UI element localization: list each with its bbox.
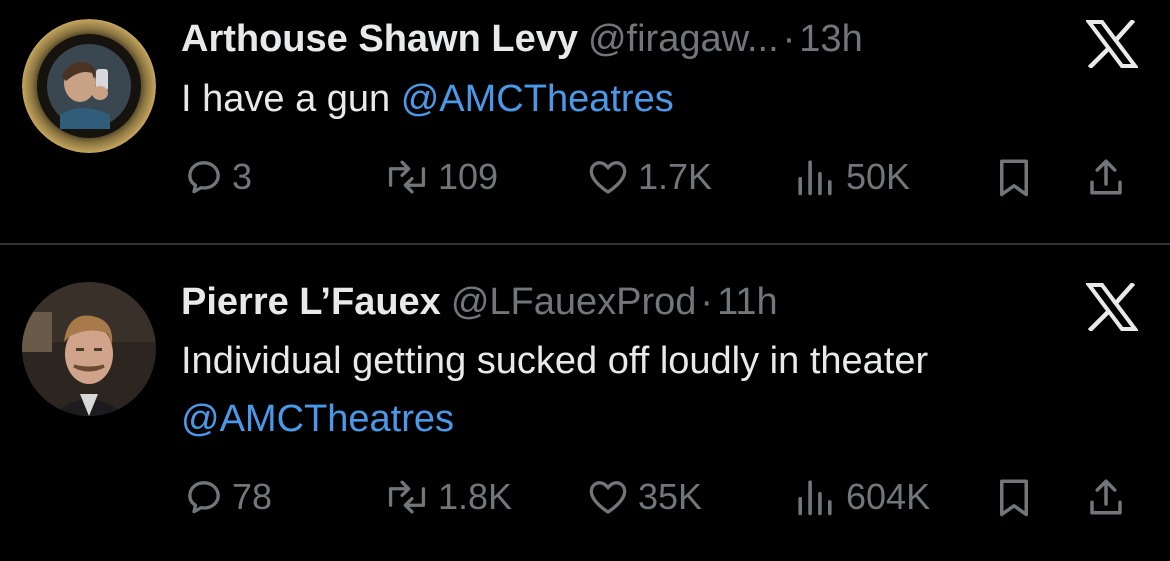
bookmark-icon bbox=[996, 156, 1032, 198]
bookmark-button[interactable] bbox=[996, 474, 1032, 520]
share-icon bbox=[1086, 476, 1126, 518]
like-count: 35K bbox=[638, 476, 703, 517]
like-button[interactable]: 1.7K bbox=[586, 154, 712, 200]
handle[interactable]: @LFauexProd bbox=[451, 281, 697, 323]
share-icon bbox=[1086, 156, 1126, 198]
tweet-text: I have a gun @AMCTheatres bbox=[181, 70, 1141, 128]
views-count: 604K bbox=[846, 476, 931, 517]
reply-count: 3 bbox=[232, 156, 253, 197]
retweet-button[interactable]: 109 bbox=[384, 154, 498, 200]
tweet[interactable]: Arthouse Shawn Levy @firagaw... · 13h I hav… bbox=[0, 0, 1170, 244]
bookmark-button[interactable] bbox=[996, 154, 1032, 200]
retweet-button[interactable]: 1.8K bbox=[384, 474, 512, 520]
reply-icon bbox=[184, 157, 224, 197]
avatar[interactable] bbox=[22, 19, 156, 153]
reply-button[interactable]: 78 bbox=[184, 474, 272, 520]
share-button[interactable] bbox=[1086, 154, 1126, 200]
avatar[interactable] bbox=[22, 282, 156, 416]
separator-dot: · bbox=[700, 281, 714, 323]
mention-link[interactable]: @AMCTheatres bbox=[401, 78, 674, 120]
retweet-count: 1.8K bbox=[438, 476, 513, 517]
retweet-icon bbox=[384, 477, 430, 517]
retweet-icon bbox=[384, 157, 430, 197]
action-bar: 78 1.8K 35K 604K bbox=[0, 474, 1170, 520]
handle[interactable]: @firagaw... bbox=[588, 18, 779, 60]
tweet-header: Arthouse Shawn Levy @firagaw... · 13h bbox=[181, 17, 863, 61]
views-button[interactable]: 604K bbox=[792, 474, 930, 520]
tweet-text: Individual getting sucked off loudly in … bbox=[181, 332, 1141, 448]
reply-button[interactable]: 3 bbox=[184, 154, 252, 200]
x-logo-icon bbox=[1085, 18, 1139, 70]
display-name[interactable]: Arthouse Shawn Levy bbox=[181, 18, 578, 60]
share-button[interactable] bbox=[1086, 474, 1126, 520]
like-button[interactable]: 35K bbox=[586, 474, 702, 520]
timestamp[interactable]: 13h bbox=[799, 18, 862, 60]
views-button[interactable]: 50K bbox=[792, 154, 910, 200]
bookmark-icon bbox=[996, 476, 1032, 518]
heart-icon bbox=[586, 477, 630, 517]
reply-icon bbox=[184, 477, 224, 517]
tweet-body: I have a gun bbox=[181, 78, 391, 120]
display-name[interactable]: Pierre L’Fauex bbox=[181, 281, 441, 323]
tweet[interactable]: Pierre L’Fauex @LFauexProd · 11h Individual… bbox=[0, 245, 1170, 561]
heart-icon bbox=[586, 157, 630, 197]
retweet-count: 109 bbox=[438, 156, 499, 197]
separator-dot: · bbox=[782, 18, 796, 60]
mention-link[interactable]: @AMCTheatres bbox=[181, 390, 1141, 448]
x-logo-icon bbox=[1085, 281, 1139, 333]
like-count: 1.7K bbox=[638, 156, 713, 197]
views-icon bbox=[792, 157, 838, 197]
tweet-header: Pierre L’Fauex @LFauexProd · 11h bbox=[181, 280, 778, 324]
timestamp[interactable]: 11h bbox=[717, 281, 778, 323]
reply-count: 78 bbox=[232, 476, 273, 517]
views-count: 50K bbox=[846, 156, 911, 197]
action-bar: 3 109 1.7K 50K bbox=[0, 154, 1170, 200]
views-icon bbox=[792, 477, 838, 517]
tweet-body: Individual getting sucked off loudly in … bbox=[181, 340, 929, 382]
